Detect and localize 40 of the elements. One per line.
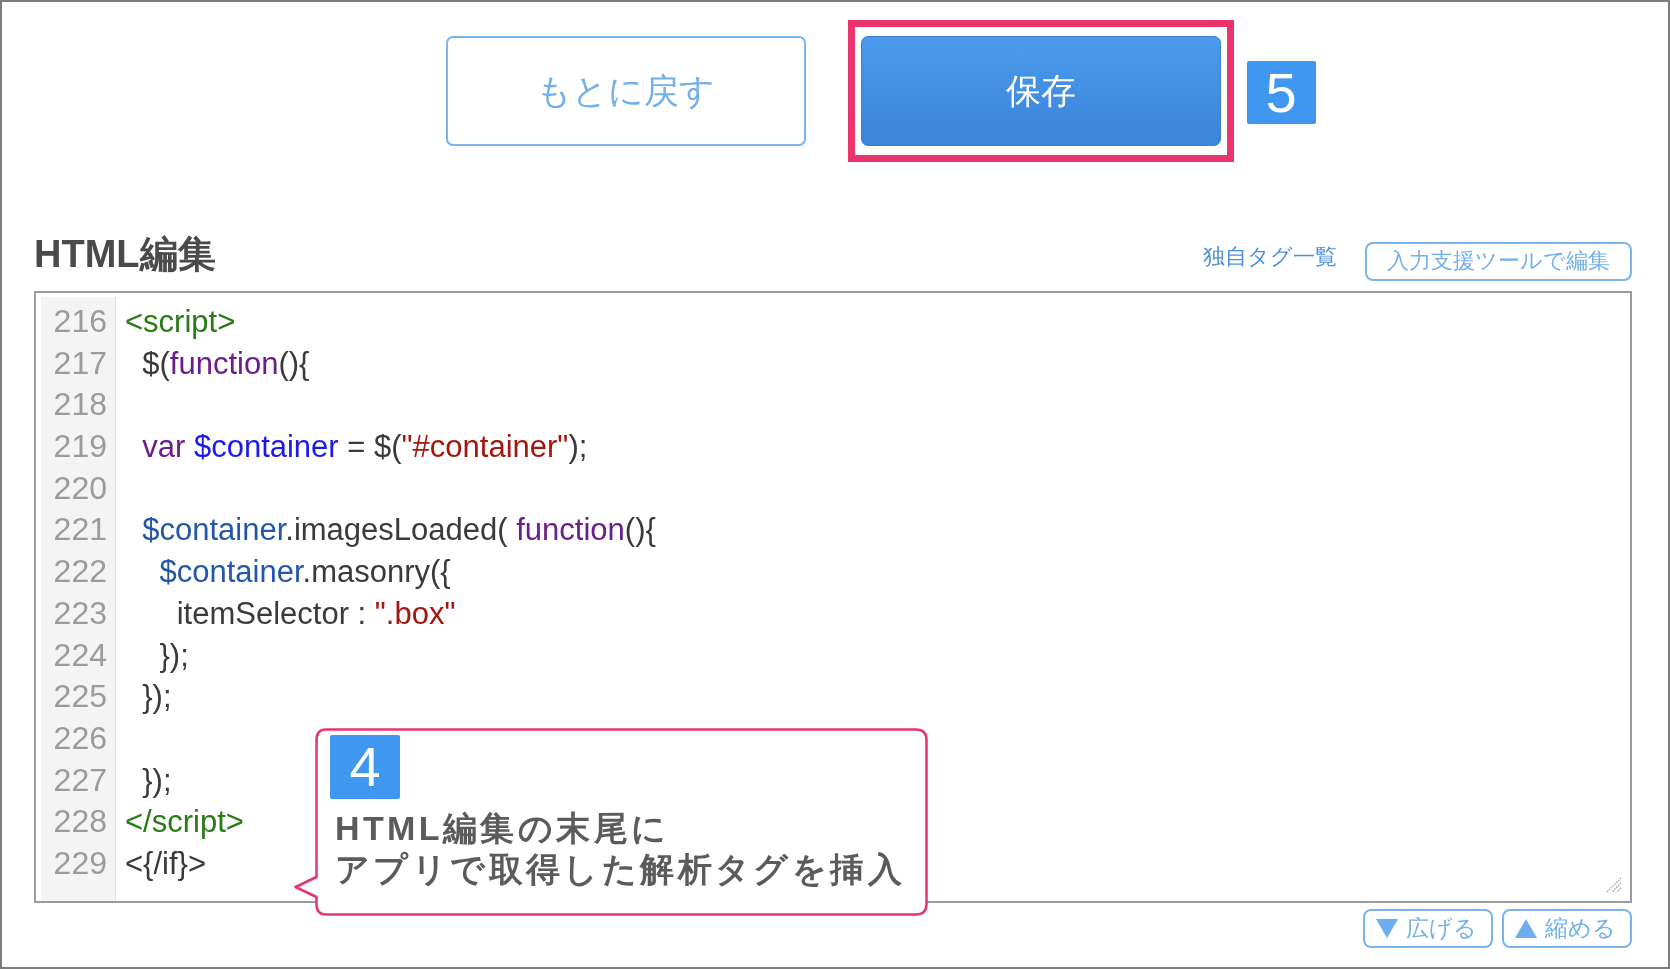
triangle-up-icon: [1515, 919, 1537, 938]
callout-text: HTML編集の末尾に: [335, 808, 670, 849]
tag-list-link[interactable]: 独自タグ一覧: [1203, 242, 1337, 272]
section-title: HTML編集: [34, 233, 216, 274]
code-line: });: [158, 636, 189, 675]
line-number: 226: [52, 718, 107, 758]
code-editor[interactable]: [34, 291, 1632, 903]
line-number: 219: [52, 427, 107, 467]
line-number: 222: [52, 552, 107, 592]
revert-button[interactable]: もとに戻す: [445, 36, 806, 146]
step-number-badge: 4: [330, 735, 400, 799]
line-number: 224: [52, 635, 107, 675]
line-number: 218: [52, 385, 107, 425]
code-line: </script>: [125, 803, 244, 842]
line-number: 228: [52, 802, 107, 842]
resize-grip-icon[interactable]: [1606, 877, 1622, 893]
code-line: $container.masonry({: [158, 553, 451, 592]
line-number: 220: [52, 468, 107, 508]
shrink-button[interactable]: 縮める: [1502, 909, 1632, 948]
line-number: 216: [52, 302, 107, 341]
line-number: 225: [52, 677, 107, 717]
line-number: 229: [52, 843, 107, 883]
line-number: 223: [52, 593, 107, 633]
line-number: 217: [52, 343, 107, 383]
save-button[interactable]: 保存: [860, 36, 1221, 146]
code-line: <script>: [125, 303, 236, 341]
code-line: $(function(){: [141, 344, 310, 383]
code-line: $container.imagesLoaded( function(){: [141, 511, 656, 550]
assist-edit-button[interactable]: 入力支援ツールで編集: [1365, 241, 1632, 281]
triangle-down-icon: [1376, 919, 1398, 938]
code-line: });: [141, 761, 172, 800]
code-line: var $container = $("#container");: [141, 428, 588, 467]
code-line: itemSelector : ".box": [175, 594, 456, 633]
line-number: 227: [52, 760, 107, 800]
line-number: 221: [52, 510, 107, 550]
code-line: });: [141, 678, 172, 717]
step-number-badge: 5: [1246, 61, 1316, 124]
expand-button[interactable]: 広げる: [1363, 909, 1493, 948]
code-line: <{/if}>: [125, 844, 207, 883]
callout-text: アプリで取得した解析タグを挿入: [335, 849, 905, 890]
